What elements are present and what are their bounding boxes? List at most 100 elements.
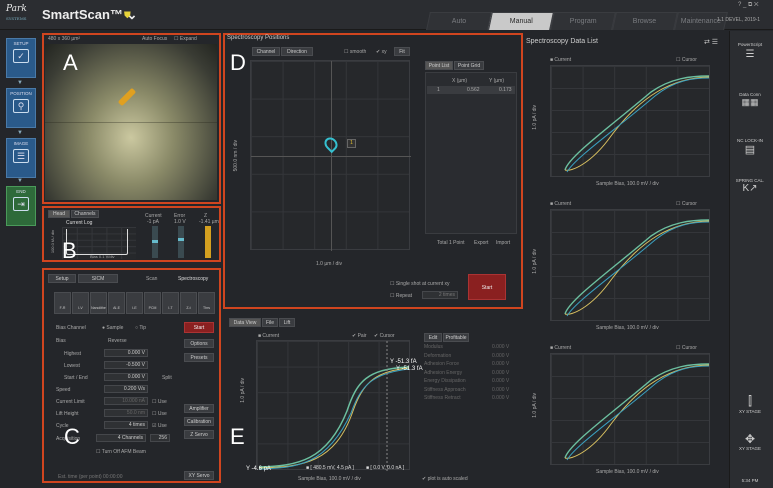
lift-height-use[interactable]: ☐ Use bbox=[152, 411, 167, 417]
acquisition-points-field[interactable]: 256 bbox=[150, 434, 170, 442]
highest-field[interactable]: 0.000 V bbox=[104, 349, 148, 357]
bias-label: Bias bbox=[56, 338, 66, 344]
e-cursor-top: Y -51.3 fA bbox=[390, 359, 417, 365]
start-button[interactable]: Start bbox=[184, 322, 214, 333]
xy-servo-button[interactable]: XY Servo bbox=[184, 471, 214, 480]
positions-map[interactable]: 1 bbox=[250, 60, 411, 251]
lowest-field[interactable]: -0.500 V bbox=[104, 361, 148, 369]
tab-channels[interactable]: Channels bbox=[71, 210, 99, 218]
tab-file[interactable]: File bbox=[262, 318, 278, 327]
spring-cal-tool[interactable]: SPRING CAL. K↗ bbox=[731, 178, 769, 194]
speed-label: Speed bbox=[56, 387, 71, 393]
options-button[interactable]: Options bbox=[184, 339, 214, 348]
tab-edit[interactable]: Edit bbox=[424, 333, 442, 342]
direction-button[interactable]: Direction bbox=[281, 47, 313, 56]
tab-lift[interactable]: Lift bbox=[279, 318, 295, 327]
fit-button[interactable]: Fit bbox=[394, 47, 410, 56]
point-marker[interactable]: 1 bbox=[347, 139, 356, 148]
xy-stage-tool[interactable]: ⫿ XY STAGE bbox=[731, 394, 769, 414]
channel-button[interactable]: Channel bbox=[252, 47, 280, 56]
nav-setup[interactable]: SETUP ✓ bbox=[6, 38, 36, 78]
dl-chart[interactable] bbox=[550, 353, 710, 465]
repeat-checkbox[interactable]: ☐ Repeat bbox=[390, 293, 412, 299]
plot-auto-scaled[interactable]: ✔ plot is auto scaled bbox=[422, 476, 468, 482]
cycle-field[interactable]: 4 times bbox=[104, 421, 148, 429]
presets-button[interactable]: Presets bbox=[184, 353, 214, 362]
mode-button[interactable]: Nanolithe Indent bbox=[90, 292, 107, 314]
auto-focus-button[interactable]: Auto Focus bbox=[142, 36, 167, 42]
map-pin-icon[interactable] bbox=[321, 134, 341, 154]
tab-profitable[interactable]: Profitable bbox=[443, 333, 469, 342]
e-chart-area[interactable] bbox=[256, 340, 410, 471]
tab-manual[interactable]: Manual bbox=[488, 12, 554, 30]
window-controls[interactable]: ? _ ⧉ ✕ bbox=[738, 2, 759, 9]
nav-end[interactable]: END ⇥ bbox=[6, 186, 36, 226]
mode-button[interactable]: PCM bbox=[144, 292, 161, 314]
cycle-use[interactable]: ☑ Use bbox=[152, 423, 167, 429]
mode-button[interactable]: I-V bbox=[72, 292, 89, 314]
split-checkbox[interactable]: Split bbox=[162, 375, 172, 381]
expand-checkbox[interactable]: ☐ Expand bbox=[174, 36, 197, 42]
tab-browse[interactable]: Browse bbox=[612, 12, 678, 30]
tab-program[interactable]: Program bbox=[550, 12, 616, 30]
tab-point-list[interactable]: Point List bbox=[425, 61, 453, 70]
export-button[interactable]: Export bbox=[474, 240, 488, 246]
positions-start-button[interactable]: Start bbox=[468, 274, 506, 300]
mode-button[interactable]: F-R bbox=[54, 292, 71, 314]
pair-checkbox[interactable]: ✔ Pair bbox=[352, 333, 367, 339]
speed-field[interactable]: 0.200 V/s bbox=[104, 385, 148, 393]
amplifier-button[interactable]: Amplifier bbox=[184, 404, 214, 413]
tip-radio[interactable]: ○ Tip bbox=[135, 325, 146, 331]
xy-checkbox[interactable]: ✔ xy bbox=[376, 49, 387, 55]
e-curve bbox=[258, 341, 410, 471]
mode-button[interactable]: Z-t bbox=[180, 292, 197, 314]
acquisition-field[interactable]: 4 Channels bbox=[96, 434, 146, 442]
grid-icon: ▦▦ bbox=[741, 97, 759, 107]
mode-button[interactable]: Thrs bbox=[198, 292, 215, 314]
dl-cursor-checkbox[interactable]: ☐ Cursor bbox=[676, 345, 697, 351]
tab-head[interactable]: Head bbox=[48, 210, 70, 218]
smooth-checkbox[interactable]: ☐ smooth bbox=[344, 49, 366, 55]
mode-button[interactable]: AI-E bbox=[108, 292, 125, 314]
current-limit-use[interactable]: ☐ Use bbox=[152, 399, 167, 405]
dl-cursor-checkbox[interactable]: ☐ Cursor bbox=[676, 201, 697, 207]
mode-button[interactable]: I-E bbox=[126, 292, 143, 314]
xy-stage-tool-2[interactable]: ✥ XY STAGE bbox=[731, 432, 769, 451]
dl-chart[interactable] bbox=[550, 209, 710, 321]
import-button[interactable]: Import bbox=[496, 240, 510, 246]
tab-auto[interactable]: Auto bbox=[426, 12, 492, 30]
repeat-field[interactable]: 2 times bbox=[422, 291, 458, 299]
nav-position[interactable]: POSITION ⚲ bbox=[6, 88, 36, 128]
calibration-button[interactable]: Calibration bbox=[184, 417, 214, 426]
power-script-tool[interactable]: PowerScript ☰ bbox=[731, 42, 769, 60]
lift-height-field[interactable]: 50.0 nm bbox=[104, 409, 148, 417]
sample-radio[interactable]: ● Sample bbox=[102, 325, 123, 331]
tab-setup[interactable]: Setup bbox=[48, 274, 76, 283]
z-servo-button[interactable]: Z Servo bbox=[184, 430, 214, 439]
dl-cursor-checkbox[interactable]: ☐ Cursor bbox=[676, 57, 697, 63]
data-list-item[interactable]: ■ Current ☐ Cursor 1.0 pA / div Sample Bias… bbox=[526, 199, 722, 341]
single-shot-checkbox[interactable]: ☐ Single shot at current xy bbox=[390, 281, 450, 287]
tab-data-view[interactable]: Data View bbox=[229, 318, 261, 327]
data-list-item[interactable]: ■ Current ☐ Cursor 1.0 pA / div Sample Bias… bbox=[526, 343, 722, 485]
tab-sicm[interactable]: SICM bbox=[78, 274, 118, 283]
e-cursor-checkbox[interactable]: ✔ Cursor bbox=[374, 333, 395, 339]
mode-button[interactable]: I-T bbox=[162, 292, 179, 314]
dl-chart[interactable] bbox=[550, 65, 710, 177]
data-list-item[interactable]: ■ Current ☐ Cursor 1.0 pA / div Sample Bias… bbox=[526, 55, 722, 197]
scan-radio[interactable]: Scan bbox=[146, 276, 157, 282]
tab-point-grid[interactable]: Point Grid bbox=[454, 61, 484, 70]
data-conn-tool[interactable]: Data Conn ▦▦ bbox=[731, 92, 769, 108]
startend-field[interactable]: 0.000 V bbox=[104, 373, 148, 381]
dl-y-axis: 1.0 pA / div bbox=[532, 393, 538, 418]
camera-line bbox=[45, 122, 217, 123]
nav-image[interactable]: IMAGE ☰ bbox=[6, 138, 36, 178]
turn-off-beam-checkbox[interactable]: ☐ Turn Off AFM Beam bbox=[96, 449, 146, 455]
dl-x-axis: Sample Bias, 100.0 mV / div bbox=[596, 325, 659, 331]
data-list-toolbar-icon[interactable]: ⇄ ☰ bbox=[704, 38, 718, 46]
spectroscopy-radio[interactable]: Spectroscopy bbox=[178, 276, 208, 282]
table-row[interactable]: 1 0.562 0.173 bbox=[427, 86, 515, 94]
nc-lockin-tool[interactable]: NC LOCK-IN ▤ bbox=[731, 138, 769, 156]
reverse-option[interactable]: Reverse bbox=[108, 338, 127, 344]
current-limit-field[interactable]: 10.000 nA bbox=[104, 397, 148, 405]
